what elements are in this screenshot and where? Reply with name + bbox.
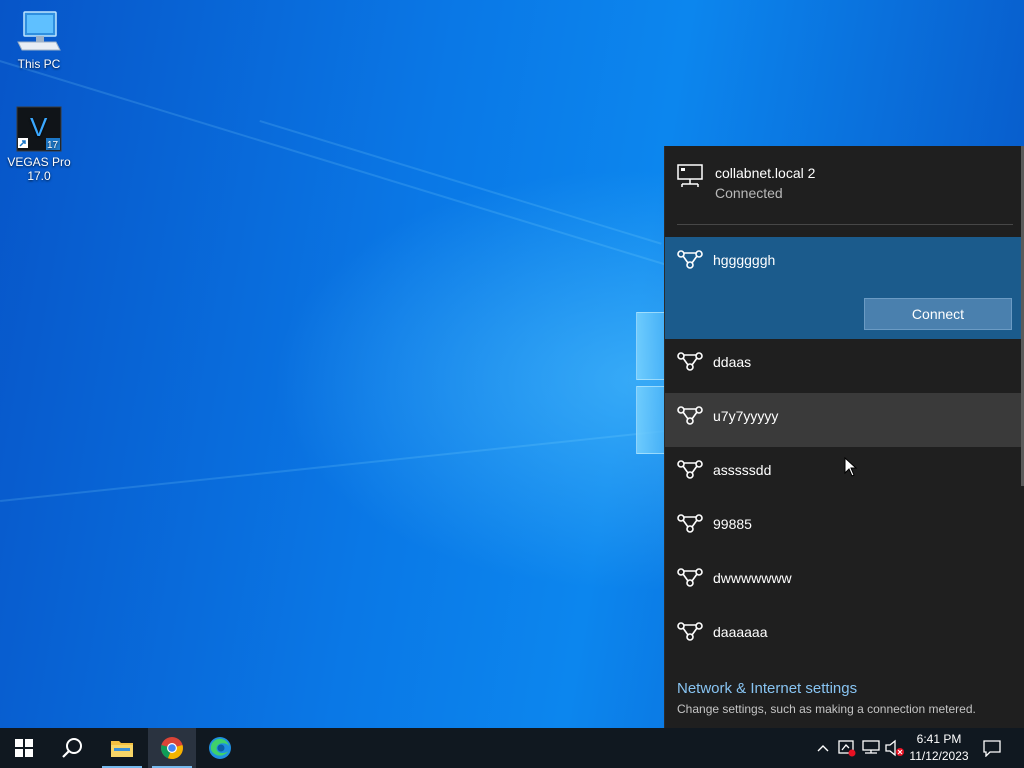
- mouse-cursor-icon: [844, 457, 858, 477]
- divider: [677, 224, 1013, 225]
- vegas-pro-icon: V 17: [16, 106, 62, 152]
- wifi-network-item[interactable]: daaaaaa: [665, 609, 1023, 663]
- file-explorer-icon: [111, 741, 133, 757]
- taskbar-chrome[interactable]: [148, 728, 196, 768]
- taskbar-clock[interactable]: 6:41 PM 11/12/2023: [902, 731, 976, 765]
- wifi-network-name: asssssdd: [713, 462, 772, 478]
- wifi-network-name: 99885: [713, 516, 752, 532]
- wired-connection[interactable]: collabnet.local 2 Connected: [665, 146, 1024, 226]
- tray-security[interactable]: [837, 738, 857, 758]
- wired-connection-name: collabnet.local 2: [715, 165, 816, 181]
- search-button[interactable]: [48, 728, 96, 768]
- wifi-network-name: hggggggh: [713, 252, 776, 268]
- desktop-icon-this-pc[interactable]: This PC: [4, 10, 74, 71]
- wifi-network-icon: [677, 250, 703, 269]
- wifi-network-icon: [677, 514, 703, 533]
- wifi-network-name: daaaaaa: [713, 624, 768, 640]
- notification-icon: [983, 740, 1001, 757]
- wifi-network-icon: [677, 352, 703, 371]
- wifi-network-name: dwwwwwww: [713, 570, 792, 586]
- wifi-network-icon: [677, 622, 703, 641]
- desktop-icon-label: VEGAS Pro 17.0: [7, 155, 71, 183]
- taskbar-edge[interactable]: [196, 728, 244, 768]
- clock-date: 11/12/2023: [909, 749, 969, 763]
- show-hidden-icons-button[interactable]: [813, 738, 833, 758]
- search-icon: [62, 738, 82, 758]
- wallpaper-light-beam: [0, 428, 677, 502]
- svg-text:17: 17: [47, 140, 59, 151]
- computer-icon: [17, 11, 61, 51]
- chevron-up-icon: [817, 745, 829, 752]
- svg-text:V: V: [30, 112, 48, 142]
- clock-time: 6:41 PM: [916, 732, 962, 746]
- edge-icon: [209, 737, 231, 759]
- tray-network[interactable]: [861, 738, 881, 758]
- taskbar: 6:41 PM 11/12/2023: [0, 728, 1024, 768]
- start-icon: [15, 739, 33, 757]
- wired-connection-status: Connected: [715, 185, 783, 201]
- wifi-network-item[interactable]: hggggggh Connect: [665, 237, 1023, 339]
- wifi-network-name: ddaas: [713, 354, 752, 370]
- wifi-network-item[interactable]: dwwwwwww: [665, 555, 1023, 609]
- wifi-network-name: u7y7yyyyy: [713, 408, 779, 424]
- security-icon: [838, 740, 856, 757]
- desktop-icon-label: This PC: [17, 57, 61, 71]
- connect-button[interactable]: Connect: [864, 298, 1012, 330]
- network-settings-description: Change settings, such as making a connec…: [677, 702, 976, 716]
- action-center-button[interactable]: [982, 738, 1002, 758]
- chrome-icon: [161, 737, 183, 760]
- network-icon: [862, 740, 880, 754]
- wallpaper-light-beam: [259, 120, 662, 245]
- start-button[interactable]: [0, 728, 48, 768]
- wifi-network-icon: [677, 406, 703, 425]
- desktop-icon-vegas-pro[interactable]: V 17 VEGAS Pro 17.0: [4, 106, 74, 183]
- wifi-network-item[interactable]: ddaas: [665, 339, 1023, 393]
- taskbar-file-explorer[interactable]: [98, 728, 146, 768]
- network-flyout: collabnet.local 2 Connected hggggggh Con…: [664, 146, 1024, 728]
- ethernet-icon: [677, 164, 703, 187]
- wifi-network-icon: [677, 568, 703, 587]
- wallpaper-light-beam: [0, 60, 670, 267]
- wifi-network-item[interactable]: u7y7yyyyy: [665, 393, 1023, 447]
- wifi-network-icon: [677, 460, 703, 479]
- wifi-network-item[interactable]: 99885: [665, 501, 1023, 555]
- network-settings-link[interactable]: Network & Internet settings: [677, 680, 857, 697]
